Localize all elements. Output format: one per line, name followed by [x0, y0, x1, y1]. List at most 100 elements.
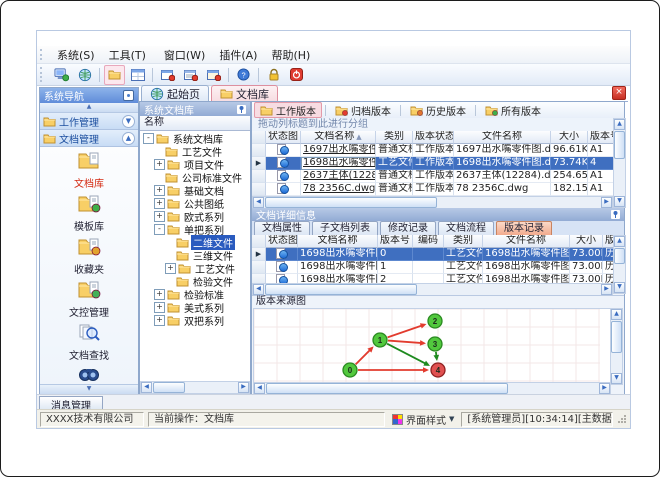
- sidebar-group-1[interactable]: 工作管理 ▼: [40, 113, 138, 130]
- scroll-up-icon[interactable]: ▲: [614, 236, 625, 247]
- close-tab-button[interactable]: ×: [612, 86, 626, 100]
- collapse-icon[interactable]: -: [143, 133, 154, 144]
- scroll-left-icon[interactable]: ◀: [254, 383, 265, 394]
- sidebar-scroll-down[interactable]: ▼: [40, 384, 138, 394]
- table-row[interactable]: 1697出水嘴零件图.dwg普通文档工作版本1697出水嘴零件图.dwg96.6…: [252, 144, 613, 157]
- version-filter-工作版本[interactable]: 工作版本: [254, 102, 322, 118]
- resize-grip-icon[interactable]: [617, 414, 627, 424]
- version-filter-所有版本[interactable]: 所有版本: [479, 102, 547, 118]
- collapse-icon[interactable]: -: [154, 224, 165, 235]
- documents-vertical-scrollbar[interactable]: ▲ ▼: [613, 118, 626, 208]
- version-filter-历史版本[interactable]: 历史版本: [404, 102, 472, 118]
- versions-vertical-scrollbar[interactable]: ▲ ▼: [613, 235, 626, 294]
- column-header-类别[interactable]: 类别: [376, 131, 413, 144]
- menu-item-1[interactable]: 系统(S): [50, 48, 102, 63]
- menu-item-3[interactable]: 窗口(W): [157, 48, 212, 63]
- scroll-down-icon[interactable]: ▼: [611, 373, 622, 384]
- version-node-3[interactable]: 3: [427, 336, 443, 352]
- tab-文档库[interactable]: 文档库: [211, 85, 278, 101]
- column-header-状态图[interactable]: 状态图: [266, 131, 301, 144]
- scrollbar-thumb[interactable]: [265, 284, 417, 295]
- scroll-right-icon[interactable]: ▶: [601, 284, 612, 295]
- detail-tab-版本记录[interactable]: 版本记录: [496, 221, 552, 235]
- power-icon[interactable]: [286, 65, 307, 85]
- table-row[interactable]: 78 2356C.dwg普通文档工作版本78 2356C.dwg182.15KB…: [252, 183, 613, 196]
- open-folder-window-icon[interactable]: [104, 64, 125, 85]
- column-header-文档名称[interactable]: 文档名称 ▲: [301, 131, 376, 144]
- sidebar-scroll-up[interactable]: ▲: [40, 103, 138, 113]
- current-row-marker[interactable]: ▶: [252, 157, 266, 170]
- sidebar-item-模板库[interactable]: 模板库: [74, 193, 104, 233]
- pin-icon[interactable]: [237, 104, 246, 114]
- expand-icon[interactable]: +: [154, 198, 165, 209]
- table-row[interactable]: 1698出水嘴零件图.dwg2工艺文件1698出水嘴零件图.dwg73.00KB…: [252, 274, 613, 283]
- table-row[interactable]: 1698出水嘴零件图.dwg1工艺文件1698出水嘴零件图.dwg73.00KB…: [252, 261, 613, 274]
- column-header-版本状态[interactable]: 版本状态: [603, 235, 613, 248]
- sidebar-item-收藏夹[interactable]: 收藏夹: [74, 236, 104, 276]
- ui-style-button[interactable]: 界面样式 ▼: [389, 413, 457, 427]
- version-node-0[interactable]: 0: [342, 362, 358, 378]
- menu-item-5[interactable]: 帮助(H): [264, 48, 317, 63]
- row-selector[interactable]: [252, 170, 266, 183]
- scroll-down-icon[interactable]: ▼: [614, 196, 625, 207]
- scroll-left-icon[interactable]: ◀: [253, 284, 264, 295]
- table-row[interactable]: ▶1698出水嘴零件图.dwg0工艺文件1698出水嘴零件图.dwg73.00K…: [252, 248, 613, 261]
- column-header-文件名称[interactable]: 文件名称: [483, 235, 570, 248]
- tab-message-management[interactable]: 消息管理: [39, 396, 103, 412]
- group-by-bar[interactable]: 拖动列标题到此进行分组: [252, 118, 619, 132]
- expand-icon[interactable]: +: [165, 263, 176, 274]
- column-header-文档名称[interactable]: 文档名称: [298, 235, 378, 248]
- menu-item-4[interactable]: 插件(A): [212, 48, 264, 63]
- window-mail-icon[interactable]: [157, 65, 178, 85]
- detail-tab-修改记录[interactable]: 修改记录: [380, 221, 436, 235]
- table-row[interactable]: 2637主体(12284).dwg普通文档工作版本2637主体(12284).d…: [252, 170, 613, 183]
- sidebar-item-文件夹查找[interactable]: 文件夹查找: [64, 365, 114, 384]
- menubar-grip[interactable]: [40, 48, 47, 61]
- sidebar-item-文控管理[interactable]: 文控管理: [69, 279, 109, 319]
- scroll-right-icon[interactable]: ▶: [601, 197, 612, 208]
- tree-horizontal-scrollbar[interactable]: ◀ ▶: [140, 381, 250, 394]
- version-node-1[interactable]: 1: [372, 332, 388, 348]
- scrollbar-thumb[interactable]: [614, 248, 625, 264]
- version-filter-归档版本[interactable]: 归档版本: [329, 102, 397, 118]
- scrollbar-thumb[interactable]: [611, 321, 622, 353]
- column-header-版本状态[interactable]: 版本状态: [413, 131, 454, 144]
- graph-vertical-scrollbar[interactable]: ▲ ▼: [610, 308, 623, 385]
- detail-tab-文档属性[interactable]: 文档属性: [254, 221, 310, 235]
- version-node-4[interactable]: 4: [430, 362, 446, 378]
- globe-icon[interactable]: [74, 65, 95, 85]
- scrollbar-thumb[interactable]: [153, 382, 185, 393]
- scroll-down-icon[interactable]: ▼: [614, 282, 625, 293]
- scroll-left-icon[interactable]: ◀: [141, 382, 152, 393]
- expand-icon[interactable]: +: [154, 315, 165, 326]
- column-header-版本号[interactable]: 版本号: [588, 131, 613, 144]
- sidebar-item-文档库[interactable]: 文档库: [74, 150, 104, 190]
- row-selector[interactable]: [252, 144, 266, 157]
- tab-起始页[interactable]: 起始页: [141, 85, 209, 101]
- row-selector[interactable]: [252, 274, 266, 283]
- expand-icon[interactable]: +: [154, 159, 165, 170]
- version-node-2[interactable]: 2: [427, 313, 443, 329]
- sidebar-options-icon[interactable]: [123, 90, 134, 101]
- display-settings-icon[interactable]: [51, 65, 72, 85]
- version-graph[interactable]: 0 1 2 3 4: [254, 309, 600, 383]
- toolbar-grip[interactable]: [40, 67, 47, 82]
- detail-tab-文档流程[interactable]: 文档流程: [438, 221, 494, 235]
- tree-column-header[interactable]: 名称: [140, 116, 250, 131]
- column-header-状态图[interactable]: 状态图: [266, 235, 298, 248]
- scroll-right-icon[interactable]: ▶: [599, 383, 610, 394]
- table-row[interactable]: ▶1698出水嘴零件图.dwg工艺文件工作版本1698出水嘴零件图.dwg73.…: [252, 157, 613, 170]
- sidebar-item-文档查找[interactable]: 文档查找: [69, 322, 109, 362]
- menu-item-2[interactable]: 工具(T): [102, 48, 153, 63]
- detail-tab-子文档列表[interactable]: 子文档列表: [312, 221, 378, 235]
- column-header-文件名称[interactable]: 文件名称: [454, 131, 551, 144]
- expand-icon[interactable]: +: [154, 185, 165, 196]
- window-alert-icon[interactable]: [203, 65, 224, 85]
- row-selector[interactable]: [252, 183, 266, 196]
- column-header-编码[interactable]: 编码: [413, 235, 444, 248]
- scrollbar-thumb[interactable]: [266, 383, 508, 394]
- sidebar-group-2[interactable]: 文档管理 ▲: [40, 130, 138, 147]
- tree-node-双把系列[interactable]: + 双把系列: [140, 314, 250, 328]
- expand-icon[interactable]: +: [154, 289, 165, 300]
- column-header-大小[interactable]: 大小: [551, 131, 588, 144]
